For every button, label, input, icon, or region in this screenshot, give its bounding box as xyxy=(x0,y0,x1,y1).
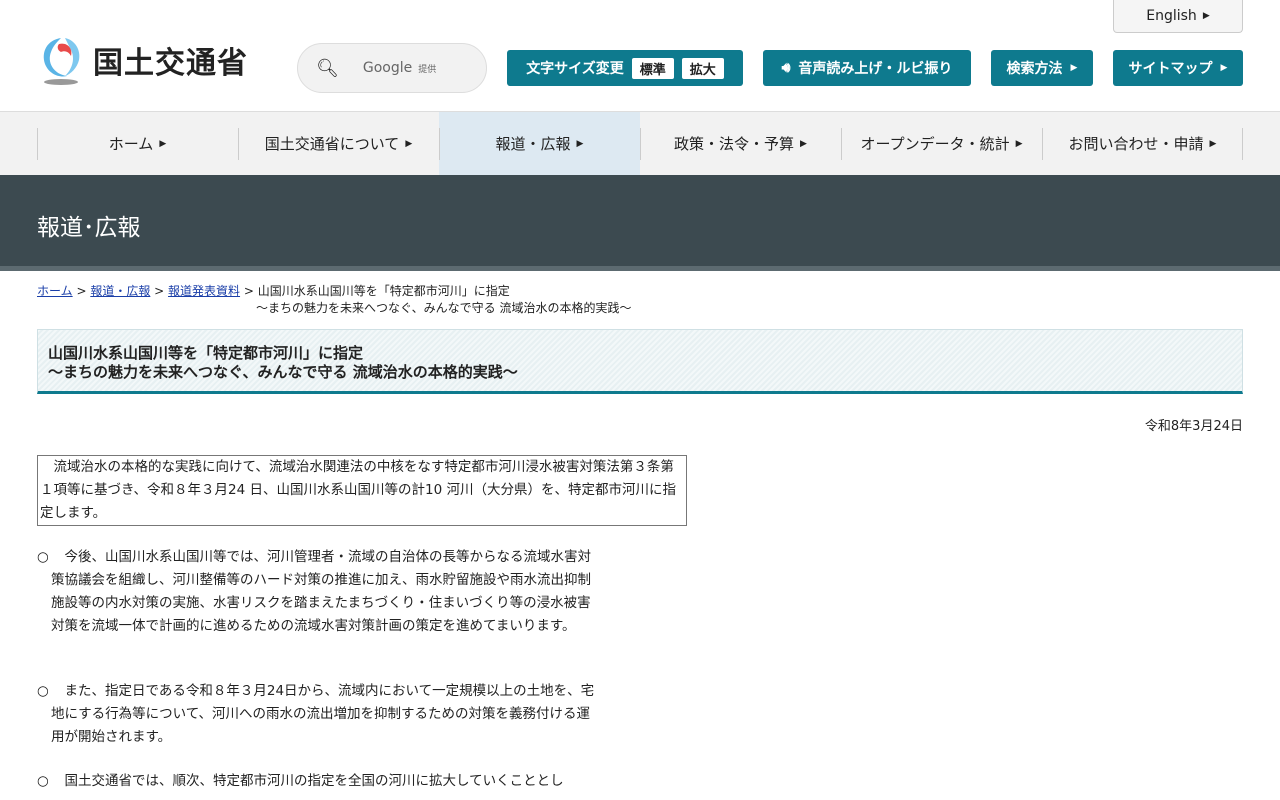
speaker-icon: 🔊︎ xyxy=(781,60,791,76)
bullet-icon: ○ xyxy=(37,549,49,565)
sitemap-button[interactable]: サイトマップ ▶ xyxy=(1113,50,1243,86)
nav-contact[interactable]: お問い合わせ・申請 ▶ xyxy=(1042,112,1243,175)
triangle-right-icon: ▶ xyxy=(1015,138,1023,149)
bullet-icon: ○ xyxy=(37,773,49,789)
nav-press[interactable]: 報道・広報 ▶ xyxy=(439,112,640,175)
nav-home[interactable]: ホーム ▶ xyxy=(37,112,238,175)
english-link[interactable]: English ▶ xyxy=(1113,0,1243,33)
triangle-right-icon: ▶ xyxy=(405,138,413,149)
logo[interactable]: 国土交通省 xyxy=(37,34,248,86)
triangle-right-icon: ▶ xyxy=(576,138,584,149)
sitemap-label: サイトマップ xyxy=(1128,61,1213,77)
paragraph: ○ また、指定日である令和８年３月24日から、流域内において一定規模以上の土地を… xyxy=(37,680,597,749)
global-nav: ホーム ▶ 国土交通省について ▶ 報道・広報 ▶ 政策・法令・予算 ▶ オープンデータ… xyxy=(0,111,1280,175)
breadcrumb-home[interactable]: ホーム xyxy=(37,284,73,298)
nav-about[interactable]: 国土交通省について ▶ xyxy=(238,112,439,175)
font-size-control: 文字サイズ変更 標準 拡大 xyxy=(507,50,743,86)
breadcrumb: ホーム > 報道・広報 > 報道発表資料 > 山国川水系山国川等を「特定都市河川… xyxy=(37,284,632,315)
logo-text: 国土交通省 xyxy=(93,46,248,81)
nav-open-data[interactable]: オープンデータ・統計 ▶ xyxy=(841,112,1042,175)
nav-label: 政策・法令・予算 xyxy=(674,135,795,153)
search-placeholder: Google 提供 xyxy=(363,60,436,76)
paragraph: ○ 今後、山国川水系山国川等では、河川管理者・流域の自治体の長等からなる流域水害… xyxy=(37,546,597,638)
breadcrumb-releases[interactable]: 報道発表資料 xyxy=(168,284,240,298)
section-banner: 報道･広報 xyxy=(0,175,1280,271)
section-title: 報道･広報 xyxy=(37,215,141,241)
article-title-box: 山国川水系山国川等を「特定都市河川」に指定 ～まちの魅力を未来へつなぐ、みんなで… xyxy=(37,329,1243,394)
breadcrumb-current: 山国川水系山国川等を「特定都市河川」に指定 xyxy=(257,284,510,298)
triangle-right-icon: ▶ xyxy=(1202,11,1210,21)
english-label: English xyxy=(1146,8,1197,24)
paragraph-text: また、指定日である令和８年３月24日から、流域内において一定規模以上の土地を、宅… xyxy=(51,683,595,745)
search-icon[interactable]: 🔍︎ xyxy=(316,58,339,79)
font-standard-button[interactable]: 標準 xyxy=(631,57,674,79)
font-size-label: 文字サイズ変更 xyxy=(526,61,624,77)
article-subtitle: ～まちの魅力を未来へつなぐ、みんなで守る 流域治水の本格的実践～ xyxy=(48,363,518,381)
triangle-right-icon: ▶ xyxy=(800,138,807,149)
breadcrumb-current-sub: ～まちの魅力を未来へつなぐ、みんなで守る 流域治水の本格的実践～ xyxy=(256,301,632,315)
nav-label: ホーム xyxy=(108,135,154,153)
google-search-input[interactable]: 🔍︎ Google 提供 xyxy=(297,43,487,93)
mlit-logo-icon xyxy=(43,38,80,85)
nav-policy[interactable]: 政策・法令・予算 ▶ xyxy=(640,112,841,175)
breadcrumb-press[interactable]: 報道・広報 xyxy=(90,284,150,298)
triangle-right-icon: ▶ xyxy=(1070,63,1078,73)
nav-label: お問い合わせ・申請 xyxy=(1068,135,1204,153)
article-title: 山国川水系山国川等を「特定都市河川」に指定 xyxy=(48,344,364,362)
paragraph-text: 今後、山国川水系山国川等では、河川管理者・流域の自治体の長等からなる流域水害対策… xyxy=(51,549,591,634)
nav-label: オープンデータ・統計 xyxy=(860,135,1010,153)
triangle-right-icon: ▶ xyxy=(1220,63,1228,73)
search-method-label: 検索方法 xyxy=(1006,61,1063,77)
search-method-button[interactable]: 検索方法 ▶ xyxy=(991,50,1093,86)
triangle-right-icon: ▶ xyxy=(159,138,167,149)
speech-ruby-button[interactable]: 🔊︎ 音声読み上げ・ルビ振り xyxy=(763,50,971,86)
site-header: 国土交通省 English ▶ 🔍︎ Google 提供 文字サイズ変更 標準 拡大… xyxy=(0,0,1280,111)
provided-label: 提供 xyxy=(418,65,437,75)
lead-box: 流域治水の本格的な実践に向けて、流域治水関連法の中核をなす特定都市河川浸水被害対… xyxy=(37,455,687,526)
font-large-button[interactable]: 拡大 xyxy=(681,57,724,79)
google-label: Google xyxy=(362,60,413,76)
speech-label: 音声読み上げ・ルビ振り xyxy=(798,61,953,77)
paragraph-text: 国土交通省では、順次、特定都市河川の指定を全国の河川に拡大していくこととし xyxy=(51,773,564,789)
triangle-right-icon: ▶ xyxy=(1209,138,1217,149)
nav-label: 報道・広報 xyxy=(495,135,571,153)
bullet-icon: ○ xyxy=(37,683,49,699)
nav-label: 国土交通省について xyxy=(264,135,400,153)
paragraph: ○ 国土交通省では、順次、特定都市河川の指定を全国の河川に拡大していくこととし xyxy=(37,770,597,793)
publish-date: 令和8年3月24日 xyxy=(1144,419,1243,434)
